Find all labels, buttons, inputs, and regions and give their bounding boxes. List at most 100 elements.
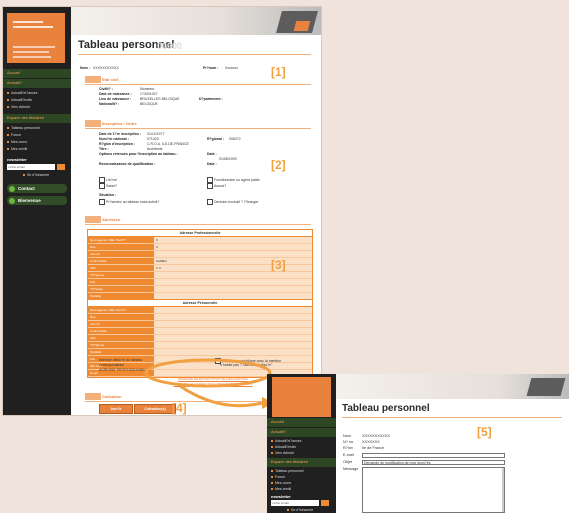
form-label-message: Message	[343, 467, 359, 471]
form-label-email: E-mail	[343, 453, 354, 457]
sidebar-section-accueil[interactable]: Accueil	[267, 418, 336, 427]
prenom-label: Pr?nom :	[203, 66, 219, 70]
checkbox-box[interactable]	[99, 199, 105, 205]
table-row-value[interactable]	[154, 335, 312, 341]
sidebar-item[interactable]: Mes credit	[271, 487, 291, 491]
table-row-label: Nom agence / SEL Soci?t?	[88, 237, 154, 243]
section-icon	[85, 120, 101, 127]
date-value: 01/06/1993	[219, 157, 237, 161]
table-row-label: Rue	[88, 314, 154, 320]
civilite-value: Monsieur	[140, 87, 155, 91]
table-row: T?l?copie	[88, 286, 312, 293]
address-perso-heading: Adresse Personnelle	[88, 300, 312, 307]
table-row-label: Nom agence / SEL Soci?t?	[88, 307, 154, 313]
table-row-value[interactable]	[154, 272, 312, 278]
table-row: Lieu dit	[88, 251, 312, 258]
table-row-value[interactable]	[154, 279, 312, 285]
sidebar-item-forum[interactable]: Forum	[271, 475, 285, 479]
sidebar-section-accueil[interactable]: Accueil	[3, 69, 71, 78]
table-row-value[interactable]	[154, 251, 312, 257]
table-row-value[interactable]	[154, 286, 312, 292]
sidebar-item[interactable]: Actualit?s?ances	[7, 91, 37, 95]
table-row-label: T?l?phone	[88, 342, 154, 348]
sidebar-section-actualite[interactable]: Actualit?	[267, 428, 336, 437]
sidebar-item[interactable]: Mes credit	[7, 147, 27, 151]
divider	[85, 128, 311, 129]
form-label-objet: Objet	[343, 460, 353, 464]
regional-value: 006272	[229, 137, 241, 141]
section-icon	[85, 76, 101, 83]
message-scrollbar[interactable]	[502, 468, 504, 512]
nationalite-value: BELGIQUE	[140, 102, 158, 106]
objet-field[interactable]: Demande de modification de mes donn?es	[362, 460, 505, 465]
newsletter-unsubscribe-link[interactable]: Se d?sinscrire	[23, 173, 49, 177]
etat-civil-heading: Etat civil	[102, 77, 119, 82]
message-textarea[interactable]	[362, 467, 505, 513]
sidebar-item-tableau[interactable]: Tableau personnel	[7, 126, 40, 130]
table-row-value[interactable]	[154, 307, 312, 313]
table-row-value[interactable]	[154, 314, 312, 320]
naissance-value: 17/03/1927	[140, 92, 158, 96]
form-value-nom: XXXXXXXXXXX	[362, 434, 390, 438]
sidebar-item[interactable]: Mes cours	[271, 481, 291, 485]
newsletter-unsubscribe-link[interactable]: Se d?sinscrire	[287, 508, 313, 512]
checkbox-situation-2[interactable]: Decision exclusif ? l'?tranger	[207, 199, 258, 205]
newsletter-submit-button[interactable]	[321, 500, 329, 506]
sidebar-item[interactable]: Actualit?mdfs	[271, 445, 296, 449]
prenom-value: Xxxxxxx	[225, 66, 238, 70]
table-row: T?l?phone	[88, 272, 312, 279]
sidebar-section-actualite[interactable]: Actualit?	[3, 79, 71, 88]
table-row-value[interactable]	[154, 328, 312, 334]
divider	[85, 84, 311, 85]
table-row: Nom agence / SEL Soci?t?	[88, 307, 312, 314]
checkbox-salarie[interactable]: Salari?	[99, 183, 117, 189]
email-field[interactable]	[362, 453, 505, 458]
sidebar-item[interactable]: Vers ddmdd	[7, 105, 30, 109]
civilite-label: Civilit? :	[99, 87, 113, 91]
date-label-2: Date :	[207, 162, 217, 166]
header-decoration	[293, 21, 311, 31]
checkbox-associe[interactable]: Associ?	[207, 183, 226, 189]
table-row-value[interactable]	[154, 342, 312, 348]
date-label: Date :	[207, 152, 217, 156]
sidebar-section-titulaires[interactable]: Espace des titulaires	[267, 458, 336, 467]
option-left: Adresse affich?e au tableau	[99, 358, 143, 362]
table-row-value[interactable]: X	[154, 244, 312, 250]
contact-button[interactable]: Contact	[7, 184, 67, 193]
annee-button[interactable]: Ann?e	[99, 404, 133, 414]
page-title-ghost: 00000	[157, 41, 183, 51]
bienvenue-button[interactable]: Bienvenue	[7, 196, 67, 205]
checkbox-box[interactable]	[207, 183, 213, 189]
sidebar-item[interactable]: Mes cours	[7, 140, 27, 144]
sidebar-section-titulaires[interactable]: Espace des titulaires	[3, 114, 71, 123]
table-row-label: Code Postal	[88, 258, 154, 264]
sidebar-item[interactable]: Vers ddmdd	[271, 451, 294, 455]
nom-value: XXXXXXXXXXX	[93, 66, 119, 70]
lieu-label: Lieu de naissance :	[99, 97, 132, 101]
table-row-label: Code Postal	[88, 328, 154, 334]
table-row: Code Postal	[88, 328, 312, 335]
sidebar-item-forum[interactable]: Forum	[7, 133, 21, 137]
checkbox-box[interactable]	[207, 199, 213, 205]
divider	[342, 417, 562, 418]
situation-label: Situation :	[99, 193, 117, 197]
sidebar-item-tableau[interactable]: Tableau personnel	[271, 469, 304, 473]
address-pro-heading: Adresse Professionnelle	[88, 230, 312, 237]
table-row-value[interactable]: SAMEG	[154, 258, 312, 264]
newsletter-email-input[interactable]: votre email	[7, 164, 55, 170]
region-value: C.R.O.A. ILE-DE-FRANCE	[147, 142, 189, 146]
table-row-value[interactable]	[154, 321, 312, 327]
table-row-value[interactable]: X	[154, 237, 312, 243]
newsletter-email-input[interactable]: votre email	[271, 500, 319, 506]
numero-value: 071023	[147, 137, 159, 141]
sidebar-item[interactable]: Actualit?mdfs	[7, 98, 32, 102]
sidebar-item[interactable]: Actualit?s?ances	[271, 439, 301, 443]
table-row: Rue	[88, 314, 312, 321]
checkbox-box[interactable]	[99, 183, 105, 189]
contact-icon	[9, 185, 15, 192]
checkbox-situation-1[interactable]: Pr?sentez au tableau mais activit?	[99, 199, 159, 205]
header-decoration	[526, 378, 566, 396]
newsletter-submit-button[interactable]	[57, 164, 65, 170]
table-row-label: Lieu dit	[88, 251, 154, 257]
table-row-value[interactable]: X X	[154, 265, 312, 271]
